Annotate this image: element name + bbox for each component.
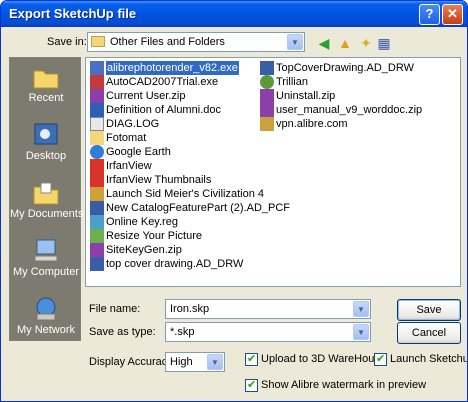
display-accuracy-label: Display Accuracy	[89, 356, 173, 368]
chevron-down-icon[interactable]: ▼	[353, 301, 369, 317]
window-title: Export SketchUp file	[9, 6, 137, 21]
document-icon	[260, 61, 274, 75]
place-my-computer[interactable]: My Computer	[10, 234, 82, 290]
place-label: Recent	[28, 92, 64, 104]
new-folder-icon[interactable]: ✦	[356, 33, 376, 53]
place-my-network[interactable]: My Network	[10, 292, 82, 348]
launch-sketchup-checkbox[interactable]	[374, 352, 387, 366]
place-my-documents[interactable]: My Documents	[10, 176, 84, 232]
save-as-type-value: *.skp	[170, 326, 195, 338]
picture-icon	[90, 229, 104, 243]
irfanview-icon	[90, 159, 104, 173]
document-icon	[90, 201, 104, 215]
exe-icon	[90, 75, 104, 89]
file-list[interactable]: alibrephotorender_v82.exe AutoCAD2007Tri…	[85, 57, 461, 287]
my-network-icon	[36, 297, 56, 321]
zip-icon	[90, 243, 104, 257]
save-button[interactable]: Save	[397, 299, 461, 321]
display-accuracy-value: High	[170, 356, 193, 368]
place-recent[interactable]: Recent	[10, 60, 82, 116]
up-folder-icon[interactable]: ▲	[335, 33, 355, 53]
view-menu-icon[interactable]: ▦	[375, 33, 393, 53]
reg-icon	[90, 215, 104, 229]
trillian-icon	[260, 75, 274, 89]
watermark-label: Show Alibre watermark in preview	[261, 379, 427, 391]
title-bar[interactable]: Export SketchUp file ? ✕	[1, 1, 467, 27]
chevron-down-icon[interactable]: ▼	[353, 324, 369, 340]
doc-icon	[90, 103, 104, 117]
zip-icon	[90, 89, 104, 103]
upload-warehouse-checkbox[interactable]	[245, 352, 258, 366]
export-dialog: Export SketchUp file ? ✕ Save in: Other …	[0, 0, 468, 402]
save-as-type-label: Save as type:	[89, 326, 156, 338]
document-icon	[90, 257, 104, 271]
my-documents-icon	[33, 182, 59, 205]
file-name-value: Iron.skp	[170, 303, 210, 315]
folder-icon	[91, 36, 105, 47]
display-accuracy-dropdown[interactable]: High ▼	[165, 352, 225, 372]
irfanview-icon	[90, 173, 104, 187]
place-label: My Documents	[10, 208, 84, 220]
desktop-icon	[34, 123, 58, 145]
upload-warehouse-label: Upload to 3D WareHouse	[261, 353, 386, 365]
chevron-down-icon[interactable]: ▼	[207, 354, 223, 370]
folder-icon	[90, 131, 104, 145]
my-computer-icon	[34, 239, 58, 262]
exe-icon	[90, 61, 104, 75]
help-button[interactable]: ?	[419, 4, 440, 25]
watermark-checkbox[interactable]	[245, 378, 258, 392]
save-in-value: Other Files and Folders	[110, 36, 225, 48]
zip-icon	[260, 103, 274, 117]
back-icon[interactable]: ◀	[314, 33, 334, 53]
place-label: My Computer	[12, 266, 80, 278]
globe-icon	[90, 145, 104, 159]
cancel-button[interactable]: Cancel	[397, 322, 461, 344]
shortcut-icon	[260, 117, 274, 131]
save-as-type-dropdown[interactable]: *.skp ▼	[165, 322, 371, 342]
save-in-dropdown[interactable]: Other Files and Folders ▼	[87, 32, 305, 52]
places-bar: Recent Desktop My Documents My Computer	[9, 57, 84, 341]
place-label: My Network	[16, 324, 76, 336]
launch-sketchup-label: Launch Sketchup	[390, 353, 468, 365]
place-desktop[interactable]: Desktop	[10, 118, 82, 174]
recent-folder-icon	[33, 70, 59, 89]
shortcut-icon	[90, 187, 104, 201]
file-name-field[interactable]: Iron.skp ▼	[165, 299, 371, 319]
place-label: Desktop	[25, 150, 67, 162]
file-name-label: File name:	[89, 303, 141, 315]
log-icon	[90, 117, 104, 131]
close-button[interactable]: ✕	[442, 4, 463, 25]
chevron-down-icon[interactable]: ▼	[287, 34, 303, 50]
zip-icon	[260, 89, 274, 103]
save-in-label: Save in:	[47, 36, 87, 48]
